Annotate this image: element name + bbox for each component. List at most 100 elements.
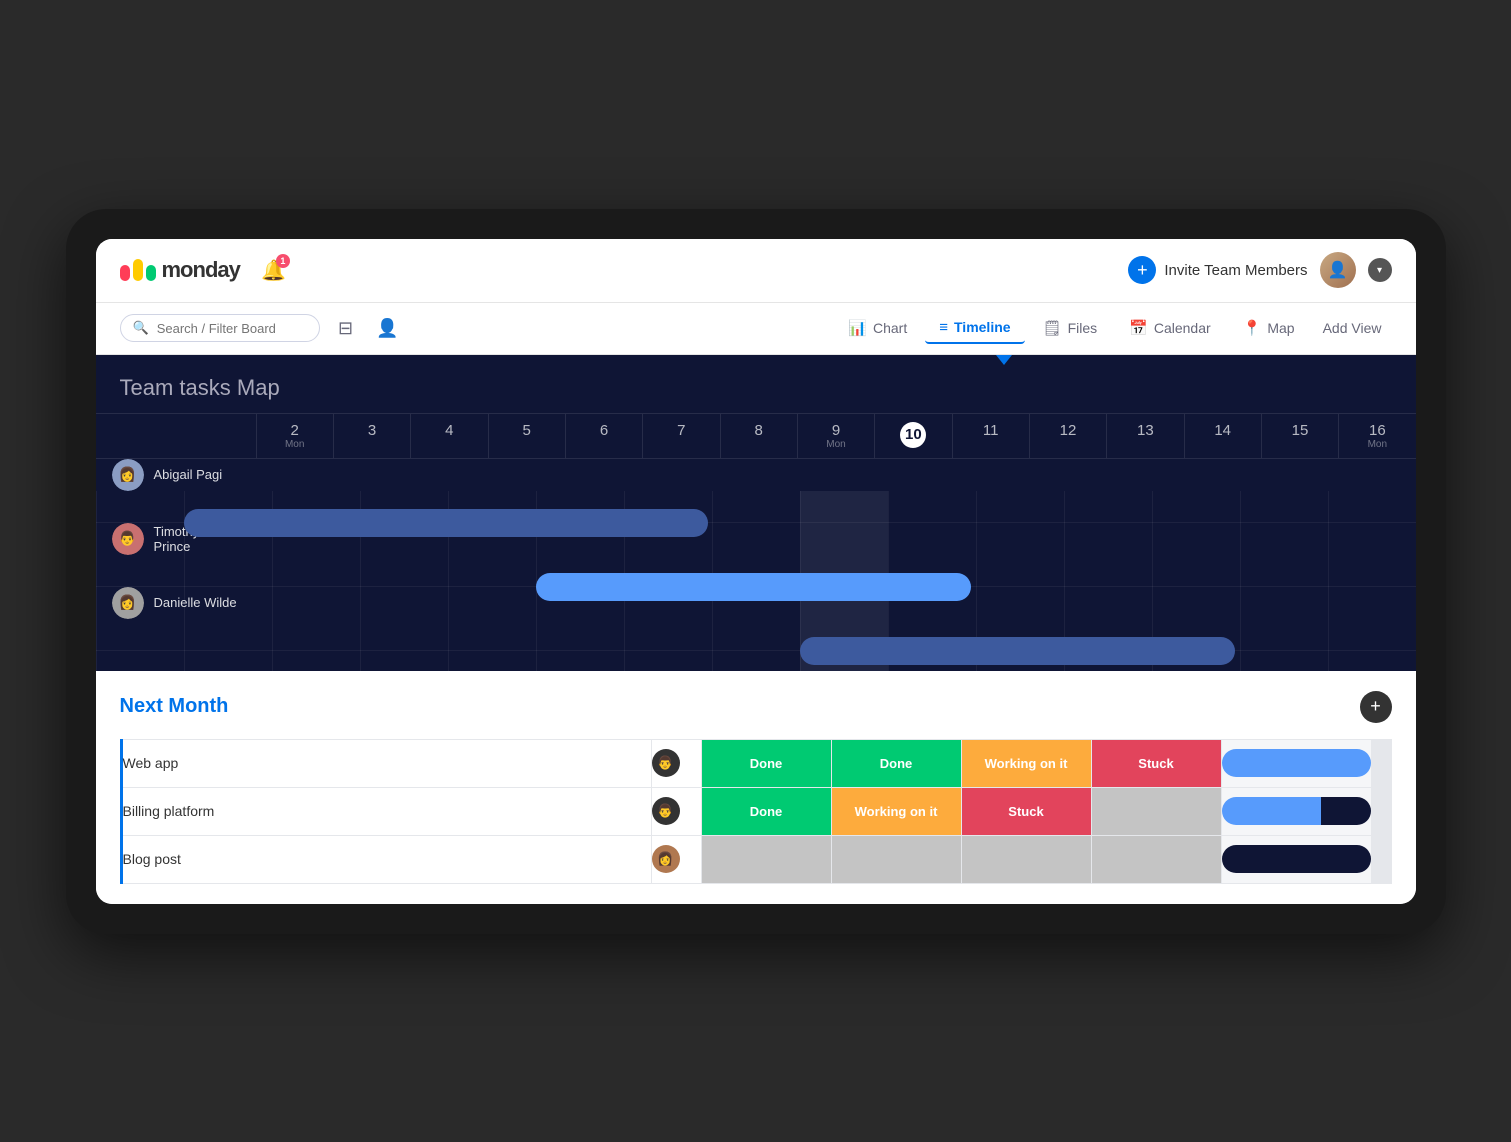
section-title: Next Month (120, 695, 229, 718)
tab-calendar-label: Calendar (1154, 320, 1211, 336)
user-avatar[interactable]: 👤 (1320, 252, 1356, 288)
timeline-mini-cell (1221, 739, 1371, 787)
tab-files-label: Files (1068, 320, 1098, 336)
header-right: + Invite Team Members 👤 ▾ (1128, 252, 1391, 288)
logo-dot-green (146, 265, 156, 281)
person-cell: 👩 Abigail Pagi (96, 459, 256, 491)
add-view-button[interactable]: Add View (1313, 314, 1392, 342)
gantt-bar[interactable] (184, 509, 708, 537)
logo-dot-red (120, 265, 130, 281)
tab-map-label: Map (1267, 320, 1294, 336)
scroll-indicator (1371, 739, 1391, 787)
invite-plus-icon: + (1128, 256, 1156, 284)
gantt-chart: 2Mon3456789Mon10111213141516Mon 👩 Abigai… (96, 413, 1416, 671)
add-section-button[interactable]: + (1360, 691, 1392, 723)
timeline-header: 2Mon3456789Mon10111213141516Mon (96, 413, 1416, 459)
timeline-day-10: 10 (874, 414, 951, 458)
invite-team-button[interactable]: + Invite Team Members (1128, 256, 1307, 284)
tab-timeline[interactable]: ≡ Timeline (925, 313, 1024, 344)
monday-logo: monday (120, 257, 240, 283)
invite-btn-label: Invite Team Members (1164, 262, 1307, 279)
gantt-bar-wrapper (96, 491, 1416, 555)
status-cell[interactable] (701, 835, 831, 883)
status-cell[interactable] (1091, 835, 1221, 883)
table-row: Web app👨DoneDoneWorking on itStuck (121, 739, 1391, 787)
gantt-header: Team tasks Map (96, 355, 1416, 413)
gantt-section: Team tasks Map 2Mon3456789Mon10111213141… (96, 355, 1416, 671)
tab-timeline-label: Timeline (954, 319, 1011, 335)
task-name-cell: Billing platform (121, 787, 651, 835)
tab-chart[interactable]: 📊 Chart (834, 313, 921, 343)
mini-bar-split (1222, 797, 1371, 825)
user-dropdown-arrow[interactable]: ▾ (1368, 258, 1392, 282)
status-cell[interactable] (961, 835, 1091, 883)
toolbar-left: 🔍 ⊟ 👤 (120, 312, 835, 344)
table-row: Blog post👩 (121, 835, 1391, 883)
timeline-day-16: 16Mon (1338, 414, 1415, 458)
gantt-bar-wrapper (96, 555, 1416, 619)
status-cell[interactable]: Done (701, 739, 831, 787)
timeline-day-3: 3 (333, 414, 410, 458)
header: monday 🔔 1 + Invite Team Members 👤 ▾ (96, 239, 1416, 303)
tab-calendar[interactable]: 📅 Calendar (1115, 313, 1225, 343)
task-name-cell: Web app (121, 739, 651, 787)
gantt-bar[interactable] (800, 637, 1236, 665)
today-marker (996, 355, 1012, 365)
status-cell[interactable] (1091, 787, 1221, 835)
task-avatar-cell: 👨 (651, 787, 701, 835)
timeline-day-7: 7 (642, 414, 719, 458)
map-icon: 📍 (1243, 319, 1262, 337)
status-cell[interactable]: Done (831, 739, 961, 787)
task-avatar-cell: 👨 (651, 739, 701, 787)
calendar-icon: 📅 (1129, 319, 1148, 337)
header-left: monday 🔔 1 (120, 252, 292, 288)
filter-icon[interactable]: ⊟ (330, 312, 362, 344)
timeline-day-12: 12 (1029, 414, 1106, 458)
timeline-day-15: 15 (1261, 414, 1338, 458)
logo-text: monday (162, 257, 240, 283)
search-input[interactable] (157, 321, 307, 336)
timeline-label-spacer (96, 414, 256, 458)
timeline-mini-cell (1221, 835, 1371, 883)
tab-files[interactable]: 🗒 Files (1029, 313, 1112, 343)
tab-chart-label: Chart (873, 320, 907, 336)
timeline-day-14: 14 (1184, 414, 1261, 458)
timeline-day-13: 13 (1106, 414, 1183, 458)
gantt-title: Team tasks Map (120, 375, 280, 400)
device-frame: monday 🔔 1 + Invite Team Members 👤 ▾ (66, 209, 1446, 934)
status-cell[interactable]: Working on it (831, 787, 961, 835)
gantt-bar-wrapper (96, 619, 1416, 683)
timeline-day-6: 6 (565, 414, 642, 458)
person-name: Abigail Pagi (154, 467, 223, 482)
person-avatar: 👩 (112, 459, 144, 491)
tasks-table: Web app👨DoneDoneWorking on itStuckBillin… (120, 739, 1392, 884)
chart-icon: 📊 (848, 319, 867, 337)
gantt-rows: 👩 Abigail Pagi 👨 Timothy Prince 👩 Daniel… (96, 459, 1416, 651)
toolbar: 🔍 ⊟ 👤 📊 Chart ≡ Timeline 🗒 Files (96, 303, 1416, 355)
timeline-day-11: 11 (952, 414, 1029, 458)
files-icon: 🗒 (1043, 319, 1062, 337)
timeline-day-2: 2Mon (256, 414, 333, 458)
search-icon: 🔍 (133, 320, 149, 336)
add-view-label: Add View (1323, 320, 1382, 336)
notification-bell[interactable]: 🔔 1 (256, 252, 292, 288)
task-avatar-cell: 👩 (651, 835, 701, 883)
status-cell[interactable]: Stuck (1091, 739, 1221, 787)
person-filter-icon[interactable]: 👤 (372, 312, 404, 344)
section-header: Next Month + (120, 691, 1392, 723)
timeline-day-5: 5 (488, 414, 565, 458)
status-cell[interactable]: Working on it (961, 739, 1091, 787)
status-cell[interactable] (831, 835, 961, 883)
logo-dot-yellow (133, 259, 143, 281)
mini-bar-dark (1222, 845, 1371, 873)
gantt-bar[interactable] (536, 573, 972, 601)
scroll-indicator (1371, 835, 1391, 883)
tab-map[interactable]: 📍 Map (1229, 313, 1309, 343)
toolbar-tabs: 📊 Chart ≡ Timeline 🗒 Files 📅 Calendar 📍 (834, 313, 1391, 344)
logo-dots (120, 259, 156, 281)
gantt-row: 👩 Abigail Pagi (96, 459, 1416, 523)
search-box[interactable]: 🔍 (120, 314, 320, 342)
status-cell[interactable]: Stuck (961, 787, 1091, 835)
status-cell[interactable]: Done (701, 787, 831, 835)
task-name-cell: Blog post (121, 835, 651, 883)
